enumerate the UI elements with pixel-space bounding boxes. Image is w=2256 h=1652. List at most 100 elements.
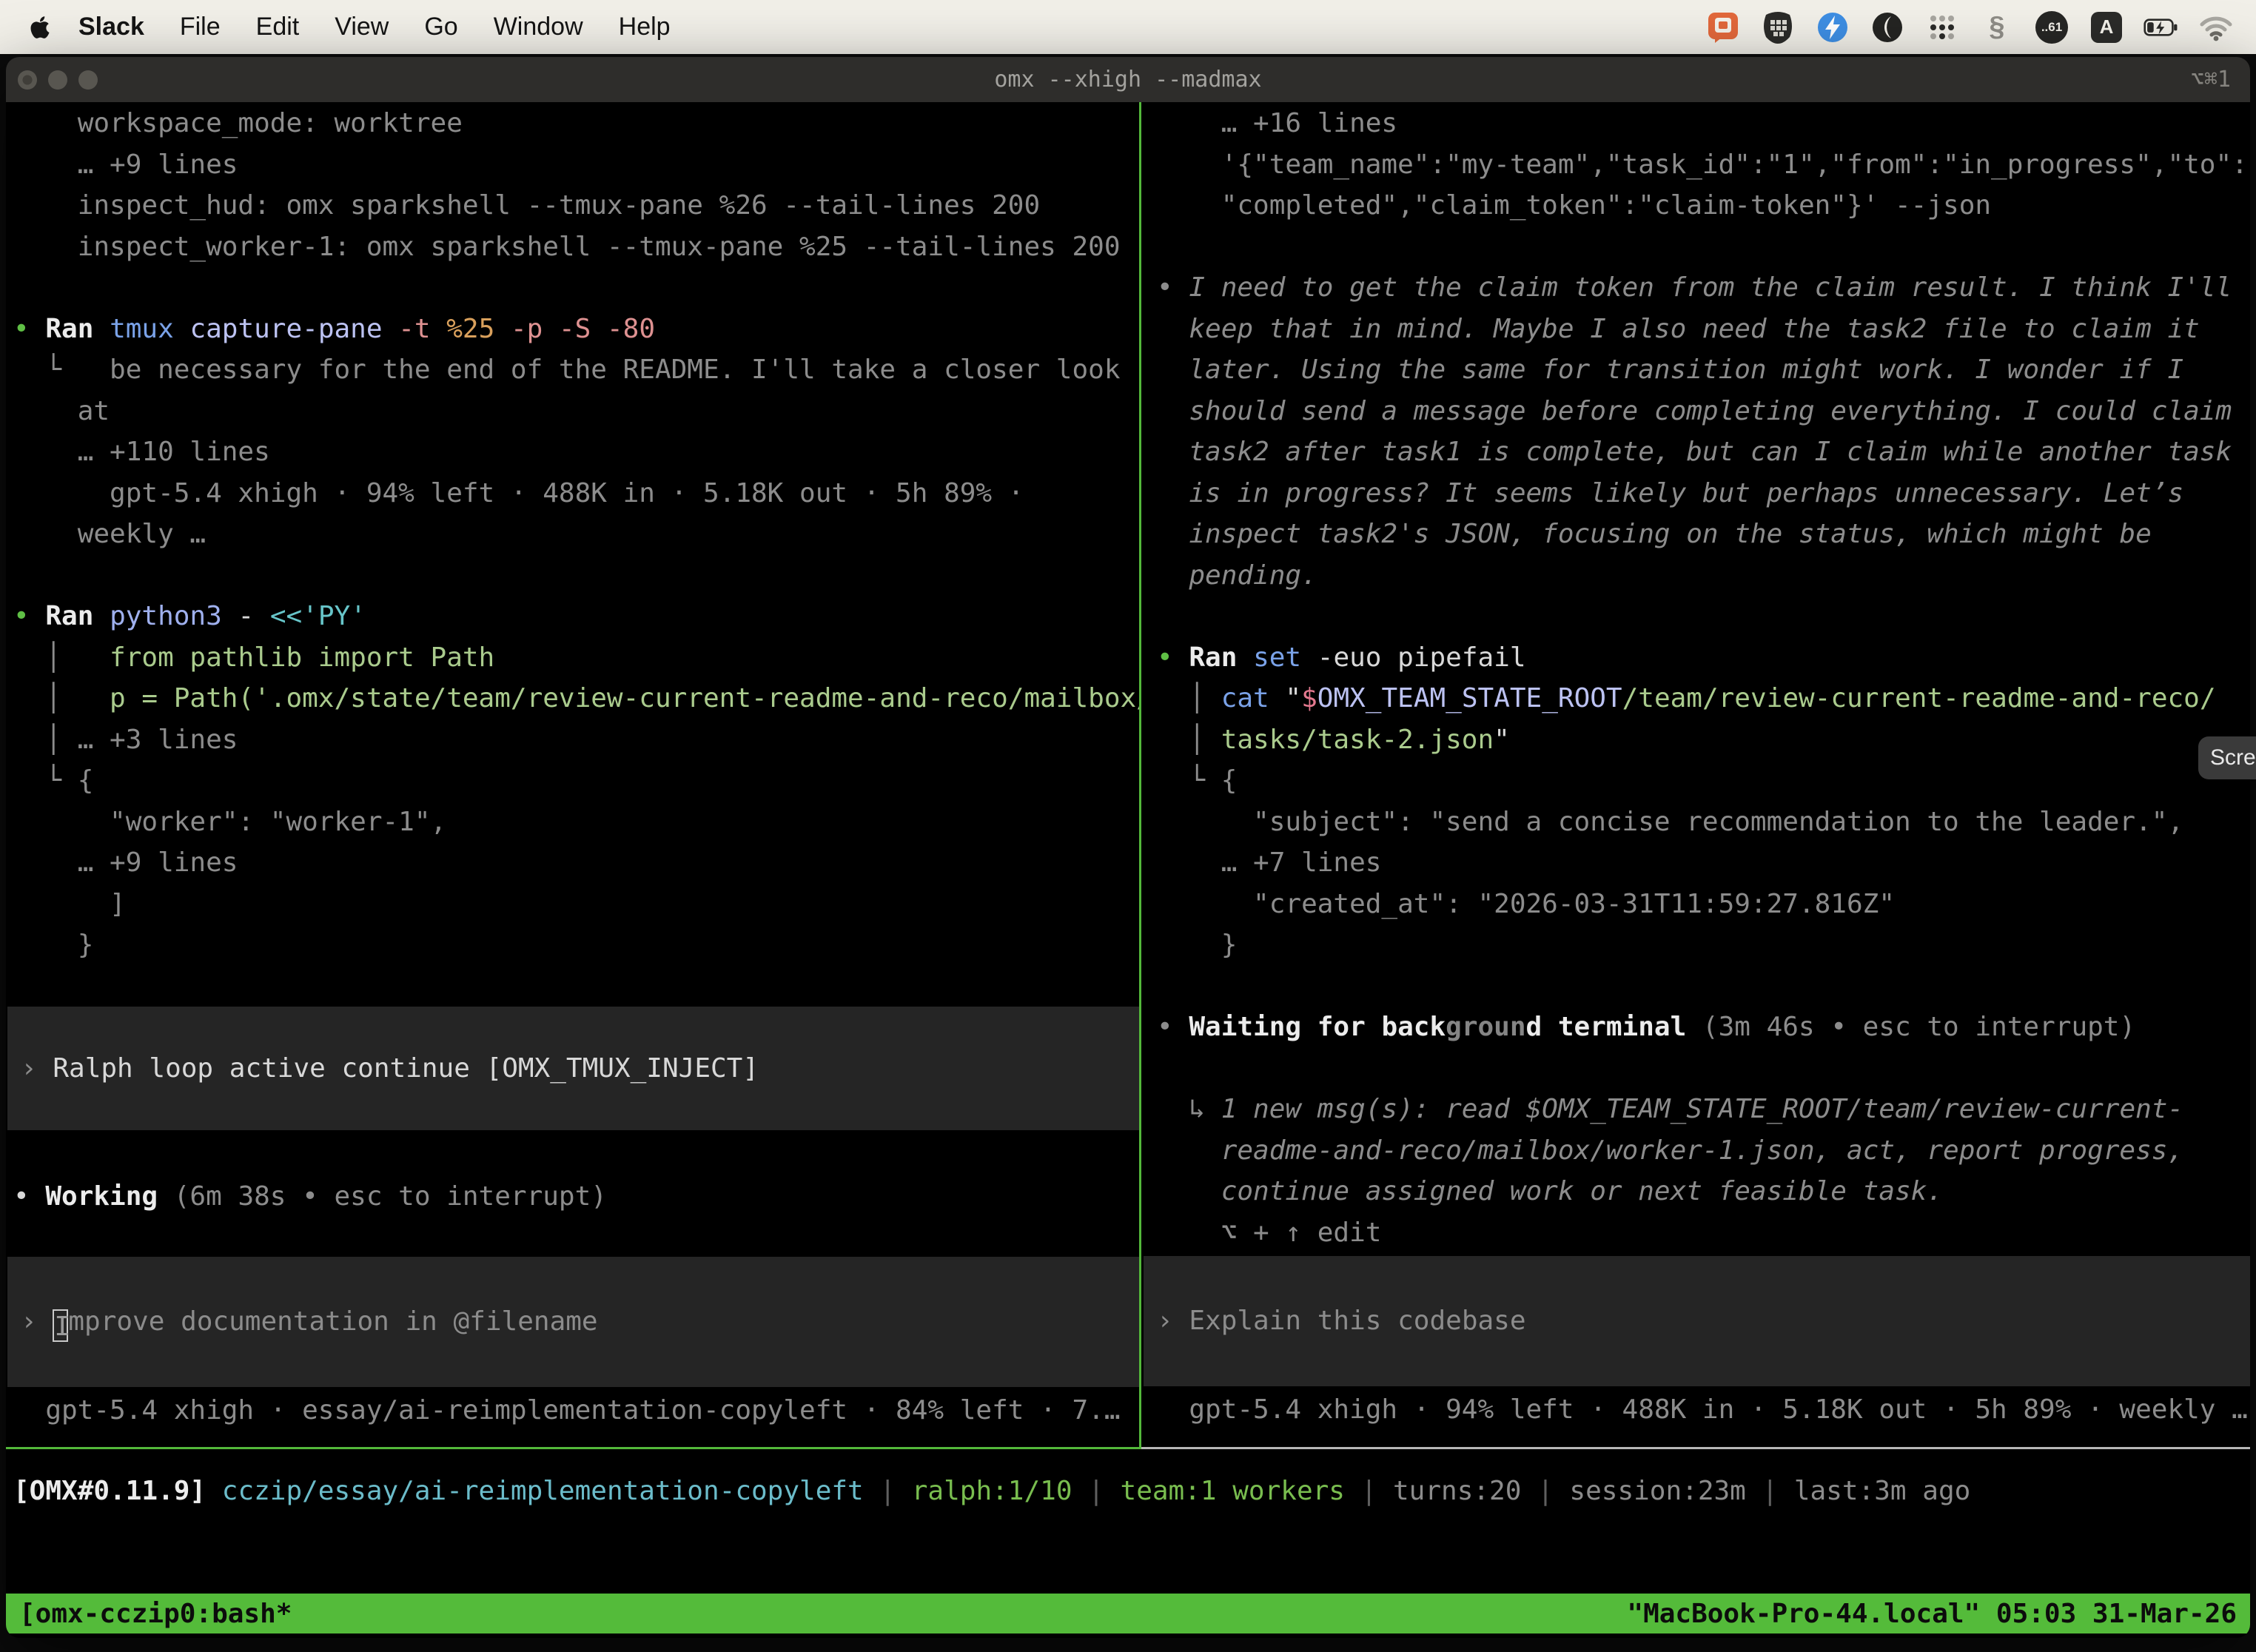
terminal-line: "worker": "worker-1", xyxy=(13,802,1139,843)
window-shortcut-badge: ⌥⌘1 xyxy=(2191,57,2231,102)
terminal-line: │ p = Path('.omx/state/team/review-curre… xyxy=(13,678,1139,719)
terminal-line: └ { xyxy=(13,760,1139,802)
terminal-line: inspect task2's JSON, focusing on the st… xyxy=(1157,514,2250,555)
terminal-line: … +7 lines xyxy=(1157,842,2250,884)
terminal-line: │ from pathlib import Path xyxy=(13,637,1139,679)
desktop: SlackFileEditViewGoWindowHelp § ..61 A xyxy=(0,0,2256,1652)
window-titlebar[interactable]: omx --xhigh --madmax ⌥⌘1 xyxy=(6,57,2250,102)
prompt-input-left[interactable]: › Improve documentation in @filename xyxy=(7,1257,1139,1387)
chat-app-icon[interactable] xyxy=(1705,10,1741,45)
apple-menu-icon[interactable] xyxy=(30,15,50,40)
menu-item-slack[interactable]: Slack xyxy=(61,13,162,41)
zoom-button[interactable] xyxy=(78,70,98,90)
terminal-line: keep that in mind. Maybe I also need the… xyxy=(1157,309,2250,350)
terminal-line: later. Using the same for transition mig… xyxy=(1157,349,2250,391)
pane-divider[interactable] xyxy=(1139,102,1141,1447)
terminal-line: └ { xyxy=(1157,760,2250,802)
terminal-line xyxy=(1157,226,2250,268)
menu-items: SlackFileEditViewGoWindowHelp xyxy=(61,13,688,41)
battery-icon[interactable] xyxy=(2143,10,2179,45)
terminal-line: › Ralph loop active continue [OMX_TMUX_I… xyxy=(21,1048,1139,1089)
terminal-line: pending. xyxy=(1157,555,2250,597)
tmux-session-label: [omx-cczip0:bash* xyxy=(19,1599,292,1629)
right-pane-lines: … +16 lines '{"team_name":"my-team","tas… xyxy=(1157,103,2250,1253)
terminal-line: inspect_hud: omx sparkshell --tmux-pane … xyxy=(13,185,1139,226)
model-status-right: gpt-5.4 xhigh · 94% left · 488K in · 5.1… xyxy=(1157,1389,2250,1431)
minimize-button[interactable] xyxy=(48,70,67,90)
menu-item-view[interactable]: View xyxy=(317,13,406,41)
terminal-line: should send a message before completing … xyxy=(1157,391,2250,432)
terminal-line: ] xyxy=(13,884,1139,925)
text-cursor: I xyxy=(53,1309,68,1342)
terminal-line: [OMX#0.11.9] cczip/essay/ai-reimplementa… xyxy=(13,1471,1970,1512)
working-status: • Working (6m 38s • esc to interrupt) xyxy=(13,1176,1139,1218)
menu-item-help[interactable]: Help xyxy=(601,13,688,41)
terminal-line: '{"team_name":"my-team","task_id":"1","f… xyxy=(1157,144,2250,186)
terminal-line: … +9 lines xyxy=(13,842,1139,884)
terminal-line: } xyxy=(1157,924,2250,966)
terminal-line: ↳ 1 new msg(s): read $OMX_TEAM_STATE_ROO… xyxy=(1157,1089,2250,1130)
prompt-chevron: › xyxy=(1157,1306,1189,1336)
traffic-lights xyxy=(18,57,98,102)
tmux-pane-right[interactable]: … +16 lines '{"team_name":"my-team","tas… xyxy=(1144,102,2250,1447)
terminal-line: └ be necessary for the end of the README… xyxy=(13,349,1139,391)
badge-61-icon[interactable]: ..61 xyxy=(2034,10,2069,45)
terminal-line: task2 after task1 is complete, but can I… xyxy=(1157,432,2250,473)
menu-item-edit[interactable]: Edit xyxy=(238,13,318,41)
keyboard-a-icon[interactable]: A xyxy=(2089,10,2124,45)
terminal-line: • I need to get the claim token from the… xyxy=(1157,267,2250,309)
badge-61-label: ..61 xyxy=(2035,11,2068,44)
terminal-line: "created_at": "2026-03-31T11:59:27.816Z" xyxy=(1157,884,2250,925)
macos-menu-bar: SlackFileEditViewGoWindowHelp § ..61 A xyxy=(0,0,2256,54)
menu-item-go[interactable]: Go xyxy=(406,13,475,41)
terminal-line xyxy=(13,555,1139,597)
terminal-line: … +110 lines xyxy=(13,432,1139,473)
terminal-line xyxy=(1157,1048,2250,1089)
terminal-line xyxy=(1157,966,2250,1007)
terminal-line xyxy=(13,966,1139,1007)
terminal-line: │ cat "$OMX_TEAM_STATE_ROOT/team/review-… xyxy=(1157,678,2250,719)
input-placeholder-left: mprove documentation in @filename xyxy=(68,1306,597,1337)
close-button[interactable] xyxy=(18,70,37,90)
blue-bolt-icon[interactable] xyxy=(1815,10,1850,45)
terminal-line: is in progress? It seems likely but perh… xyxy=(1157,473,2250,514)
terminal-line: gpt-5.4 xhigh · 94% left · 488K in · 5.1… xyxy=(13,473,1139,514)
terminal-line: } xyxy=(13,924,1139,966)
wifi-icon[interactable] xyxy=(2198,10,2234,45)
terminal-line: inspect_worker-1: omx sparkshell --tmux-… xyxy=(13,226,1139,268)
terminal-line: • Ran python3 - <<'PY' xyxy=(13,596,1139,637)
terminal-line: weekly … xyxy=(13,514,1139,555)
prompt-chevron: › xyxy=(21,1306,53,1337)
terminal-line: … +16 lines xyxy=(1157,103,2250,144)
terminal-line: ⌥ + ↑ edit xyxy=(1157,1212,2250,1254)
terminal-line: workspace_mode: worktree xyxy=(13,103,1139,144)
terminal-line: • Ran set -euo pipefail xyxy=(1157,637,2250,679)
squiggle-icon[interactable]: § xyxy=(1979,10,2015,45)
menu-item-file[interactable]: File xyxy=(162,13,238,41)
prompt-input-right[interactable]: › Explain this codebase xyxy=(1144,1256,2250,1386)
terminal-line: at xyxy=(13,391,1139,432)
terminal-line: "subject": "send a concise recommendatio… xyxy=(1157,802,2250,843)
tmux-pane-left[interactable]: workspace_mode: worktree … +9 lines insp… xyxy=(6,102,1139,1447)
dots-grid-icon[interactable] xyxy=(1924,10,1960,45)
terminal-line: readme-and-reco/mailbox/worker-1.json, a… xyxy=(1157,1130,2250,1172)
window-title: omx --xhigh --madmax xyxy=(6,67,2250,93)
screen-share-indicator[interactable]: Scre xyxy=(2198,736,2256,779)
left-pane-lines: workspace_mode: worktree … +9 lines insp… xyxy=(13,103,1139,1007)
model-status-left: gpt-5.4 xhigh · essay/ai-reimplementatio… xyxy=(13,1390,1139,1431)
menu-left: SlackFileEditViewGoWindowHelp xyxy=(0,13,688,41)
terminal-line: • Ran tmux capture-pane -t %25 -p -S -80 xyxy=(13,309,1139,350)
ralph-loop-text: › Ralph loop active continue [OMX_TMUX_I… xyxy=(21,1048,1139,1089)
terminal-line: continue assigned work or next feasible … xyxy=(1157,1171,2250,1212)
menu-item-window[interactable]: Window xyxy=(476,13,601,41)
terminal-line xyxy=(13,267,1139,309)
grid-shield-icon[interactable] xyxy=(1760,10,1796,45)
dark-crescent-icon[interactable] xyxy=(1870,10,1905,45)
pane-bottom-border-active xyxy=(6,1447,1141,1449)
terminal-line xyxy=(1157,596,2250,637)
terminal-line: • Working (6m 38s • esc to interrupt) xyxy=(13,1176,1139,1218)
terminal-line: • Waiting for background terminal (3m 46… xyxy=(1157,1007,2250,1048)
terminal-line: … +9 lines xyxy=(13,144,1139,186)
terminal-window: omx --xhigh --madmax ⌥⌘1 workspace_mode:… xyxy=(6,57,2250,1638)
tmux-status-bar: [omx-cczip0:bash* "MacBook-Pro-44.local"… xyxy=(6,1594,2250,1633)
